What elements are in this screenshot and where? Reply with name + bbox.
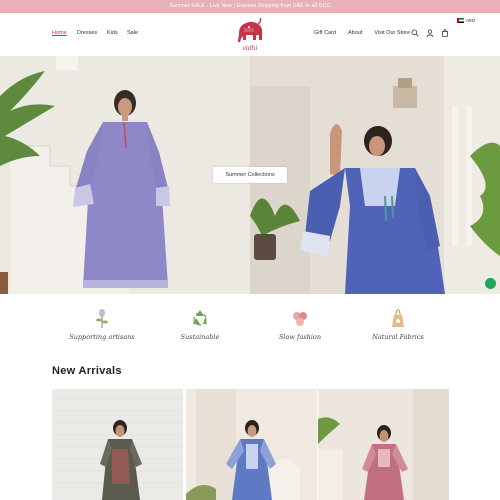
product-image xyxy=(52,389,183,500)
product-card[interactable] xyxy=(52,389,183,500)
product-image xyxy=(186,389,317,500)
account-icon[interactable] xyxy=(426,29,434,37)
currency-label: AED xyxy=(466,18,476,23)
site-header: Home Dresses Kids Sale vidhi Gift Card A… xyxy=(0,13,500,56)
announcement-bar: Summer SALE - Live Now | Express Shippin… xyxy=(0,0,500,13)
value-slow-fashion: Slow fashion xyxy=(260,307,340,341)
currency-selector[interactable]: AED xyxy=(457,18,475,23)
header-icons xyxy=(411,29,449,37)
main-nav: Home Dresses Kids Sale xyxy=(52,30,138,36)
nav-home[interactable]: Home xyxy=(52,30,77,36)
nav-dresses[interactable]: Dresses xyxy=(77,30,107,36)
brand-values: Supporting artisans Sustainable Slow fas… xyxy=(0,300,500,355)
new-arrivals-title: New Arrivals xyxy=(52,365,122,377)
product-card[interactable] xyxy=(318,389,449,500)
value-supporting-artisans: Supporting artisans xyxy=(62,307,142,341)
nav-sale[interactable]: Sale xyxy=(127,30,138,36)
cart-icon[interactable] xyxy=(441,29,449,37)
value-natural-fabrics: Natural Fabrics xyxy=(358,307,438,341)
nav-gift-card[interactable]: Gift Card xyxy=(314,30,336,36)
nav-kids[interactable]: Kids xyxy=(107,30,127,36)
recycle-icon xyxy=(193,310,207,326)
hero-banner: Summer Collections xyxy=(0,56,500,294)
announcement-text: Summer SALE - Live Now | Express Shippin… xyxy=(169,3,331,9)
search-icon[interactable] xyxy=(411,29,419,37)
product-image xyxy=(318,389,449,500)
flower-icon xyxy=(96,309,108,328)
brand-wordmark: vidhi xyxy=(243,45,258,52)
new-arrivals-grid xyxy=(52,389,452,500)
summer-collections-button[interactable]: Summer Collections xyxy=(213,167,287,183)
value-label: Sustainable xyxy=(180,333,220,341)
yarn-icon xyxy=(293,312,307,326)
nav-about[interactable]: About xyxy=(348,30,362,36)
value-label: Supporting artisans xyxy=(69,333,135,341)
value-label: Slow fashion xyxy=(278,333,322,341)
brand-logo[interactable]: vidhi xyxy=(234,16,266,54)
uae-flag-icon xyxy=(457,18,464,23)
whatsapp-chat-icon[interactable] xyxy=(485,278,496,289)
product-card[interactable] xyxy=(186,389,317,500)
value-sustainable: Sustainable xyxy=(160,307,240,341)
value-label: Natural Fabrics xyxy=(372,333,424,341)
secondary-nav: Gift Card About Visit Our Store xyxy=(314,30,422,36)
cotton-bag-icon xyxy=(392,309,404,327)
nav-visit-store[interactable]: Visit Our Store xyxy=(374,30,410,36)
